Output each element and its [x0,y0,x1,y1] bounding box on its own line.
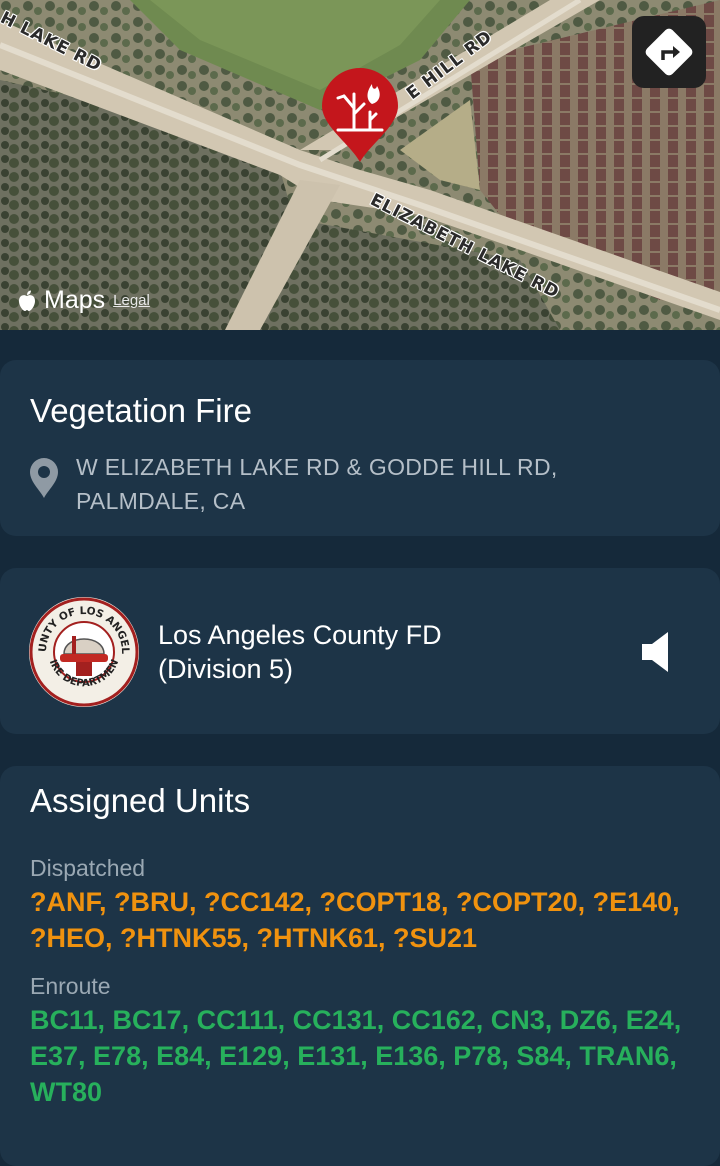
maps-brand-label: Maps [44,286,106,314]
maps-attribution: Maps Legal [18,286,150,315]
agency-name-line-1: Los Angeles County FD [158,620,442,650]
enroute-label: Enroute [30,973,111,999]
incident-address[interactable]: W ELIZABETH LAKE RD & GODDE HILL RD, PAL… [76,450,636,518]
map-view[interactable]: H LAKE RD E HILL RD ELIZABETH LAKE RD Ma… [0,0,720,330]
legal-link[interactable]: Legal [113,292,150,309]
directions-icon [645,28,693,76]
address-line-2: PALMDALE, CA [76,488,246,514]
address-line-1: W ELIZABETH LAKE RD & GODDE HILL RD, [76,454,558,480]
speaker-icon[interactable] [640,630,674,674]
apple-logo-icon [19,290,35,311]
incident-title: Vegetation Fire [30,392,252,429]
location-pin-icon [30,458,58,498]
incident-map-pin[interactable] [320,68,400,164]
enroute-units-list: BC11, BC17, CC111, CC131, CC162, CN3, DZ… [30,1005,682,1107]
directions-button[interactable] [632,16,706,88]
agency-name: Los Angeles County FD (Division 5) [158,618,578,686]
satellite-imagery [0,0,720,330]
dispatched-units-list: ?ANF, ?BRU, ?CC142, ?COPT18, ?COPT20, ?E… [30,887,680,953]
assigned-units-title: Assigned Units [30,782,251,819]
dispatched-label: Dispatched [30,855,146,881]
agency-name-line-2: (Division 5) [158,654,294,684]
la-county-fire-department-seal: COUNTY OF LOS ANGELES FIRE DEPARTMENT [28,596,139,707]
